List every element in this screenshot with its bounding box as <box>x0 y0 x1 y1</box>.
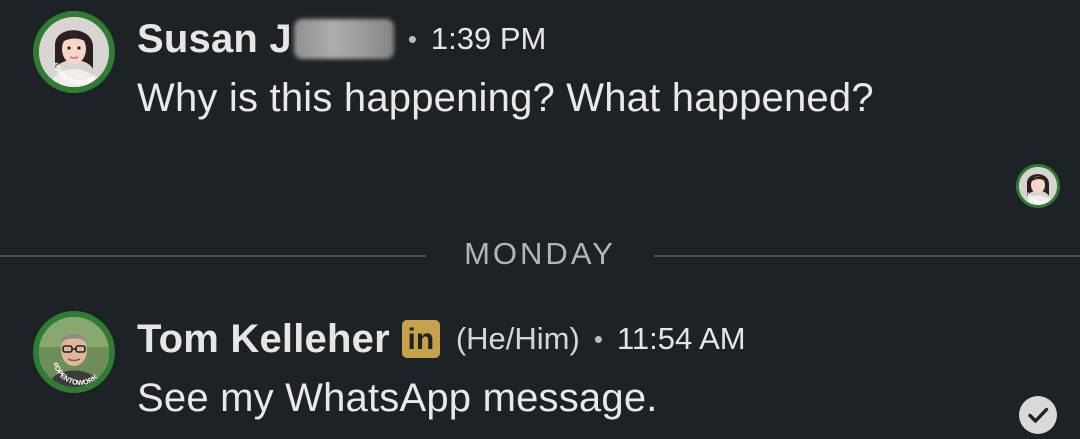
separator-dot: • <box>407 23 417 54</box>
sender-name[interactable]: Tom Kelleher <box>137 317 390 362</box>
redacted-surname <box>293 19 394 59</box>
separator-dot: • <box>593 323 603 354</box>
avatar-read-receipt: #OPENTOWORK <box>1016 164 1060 208</box>
date-divider-label: MONDAY <box>464 236 616 271</box>
avatar-tom[interactable]: #OPENTOWORK <box>33 311 115 393</box>
avatar-tom-image <box>39 317 109 387</box>
message-time: 1:39 PM <box>430 21 547 56</box>
check-circle-icon <box>1019 396 1057 434</box>
read-receipt-image <box>1019 167 1057 205</box>
message-text: See my WhatsApp message. <box>137 376 658 420</box>
sender-pronouns: (He/Him) <box>455 321 580 356</box>
message-tom: #OPENTOWORK Tom Kelleher in (He/Him) • 1… <box>0 300 1080 437</box>
sender-line: Susan J • 1:39 PM <box>137 14 546 64</box>
divider-line-left <box>0 255 426 257</box>
message-text: Why is this happening? What happened? <box>137 76 874 120</box>
divider-line-right <box>654 255 1080 257</box>
linkedin-premium-badge: in <box>401 320 440 358</box>
avatar-susan[interactable]: #OPENTOWORK <box>33 11 115 93</box>
avatar-susan-image <box>39 17 109 87</box>
sender-name[interactable]: Susan J <box>137 17 292 62</box>
sender-line: Tom Kelleher in (He/Him) • 11:54 AM <box>137 314 746 364</box>
message-time: 11:54 AM <box>616 321 746 356</box>
message-susan: #OPENTOWORK Susan J • 1:39 PM Why is thi… <box>0 0 1080 170</box>
